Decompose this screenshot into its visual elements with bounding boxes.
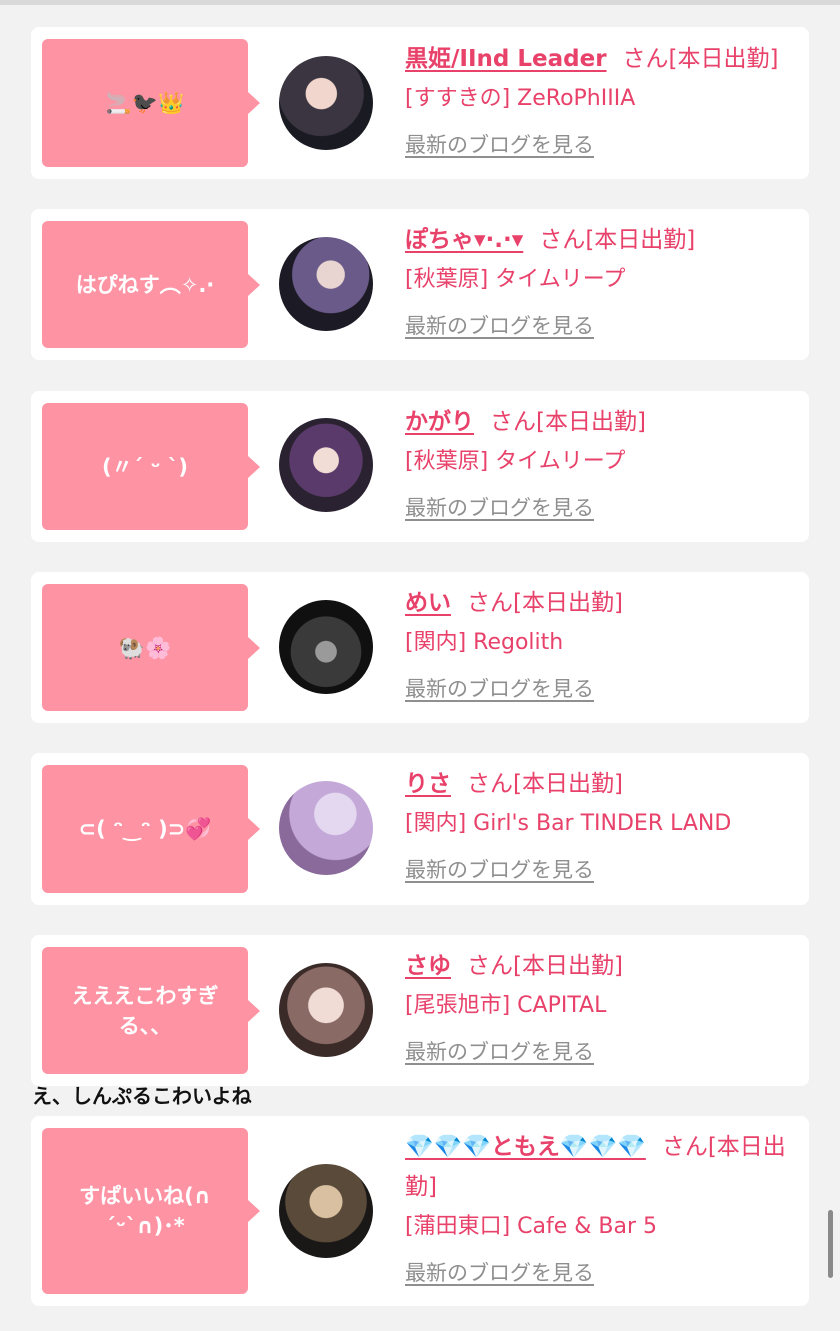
store-label: [尾張旭市] CAPITAL	[405, 993, 607, 1018]
latest-blog-link[interactable]: 最新のブログを見る	[405, 310, 594, 340]
cast-avatar[interactable]	[279, 963, 373, 1057]
cast-name-link[interactable]: かがり	[405, 409, 474, 435]
message-bubble: はぴねす︵✧.·	[42, 221, 260, 348]
cast-card: ⊂( ᵔ‿ᵔ )⊃💞 りさ さん[本日出勤] [関内] Girl's Bar TI…	[31, 753, 809, 905]
cast-card: はぴねす︵✧.· ぽちゃ▾·.·▾ さん[本日出勤] [秋葉原] タイムリープ 最…	[31, 209, 809, 360]
cast-name-line: めい さん[本日出勤]	[405, 583, 795, 623]
cast-name-link[interactable]: さゆ	[405, 953, 451, 979]
message-bubble: (〃ˊ ᵕ ˋ)	[42, 403, 260, 530]
cast-avatar[interactable]	[279, 1164, 373, 1258]
message-bubble: 🐏🌸	[42, 584, 260, 711]
cast-name-line: かがり さん[本日出勤]	[405, 402, 795, 442]
status-text: さん[本日出勤]	[490, 409, 646, 435]
message-bubble: ⊂( ᵔ‿ᵔ )⊃💞	[42, 765, 260, 893]
cast-card: 🐏🌸 めい さん[本日出勤] [関内] Regolith 最新のブログを見る	[31, 572, 809, 723]
cast-avatar[interactable]	[279, 781, 373, 875]
cast-card: すぱいいね(∩´ᵕ`∩)･* 💎💎💎ともえ💎💎💎 さん[本日出勤] [蒲田東口] …	[31, 1116, 809, 1306]
latest-blog-link[interactable]: 最新のブログを見る	[405, 1257, 594, 1287]
comment-text: え、しんぷるこわいよね	[32, 1084, 252, 1108]
cast-name-line: ぽちゃ▾·.·▾ さん[本日出勤]	[405, 220, 795, 260]
message-bubble: えええこわすぎる、、	[42, 947, 260, 1074]
cast-name-line: さゆ さん[本日出勤]	[405, 946, 795, 986]
cast-name-line: 黒姫/IInd Leader さん[本日出勤]	[405, 39, 795, 79]
cast-card: えええこわすぎる、、 さゆ さん[本日出勤] [尾張旭市] CAPITAL 最新の…	[31, 935, 809, 1086]
store-label: [蒲田東口] Cafe & Bar 5	[405, 1214, 658, 1239]
cast-name-link[interactable]: 💎💎💎ともえ💎💎💎	[405, 1134, 646, 1160]
cast-name-link[interactable]: 黒姫/IInd Leader	[405, 46, 607, 72]
cast-avatar[interactable]	[279, 600, 373, 694]
latest-blog-link[interactable]: 最新のブログを見る	[405, 1036, 594, 1066]
cast-card: 🚬🐦‍⬛👑 黒姫/IInd Leader さん[本日出勤] [すすきの] ZeRo…	[31, 27, 809, 179]
cast-card: (〃ˊ ᵕ ˋ) かがり さん[本日出勤] [秋葉原] タイムリープ 最新のブログ…	[31, 391, 809, 542]
status-text: さん[本日出勤]	[622, 46, 779, 72]
cast-avatar[interactable]	[279, 418, 373, 512]
latest-blog-link[interactable]: 最新のブログを見る	[405, 673, 594, 703]
cast-avatar[interactable]	[279, 237, 373, 331]
cast-name-link[interactable]: ぽちゃ▾·.·▾	[405, 227, 523, 253]
status-text: さん[本日出勤]	[467, 953, 623, 979]
cast-name-link[interactable]: めい	[405, 590, 451, 616]
latest-blog-link[interactable]: 最新のブログを見る	[405, 854, 594, 884]
latest-blog-link[interactable]: 最新のブログを見る	[405, 129, 594, 159]
top-divider	[0, 0, 840, 5]
cast-name-line: りさ さん[本日出勤]	[405, 764, 795, 804]
message-bubble: 🚬🐦‍⬛👑	[42, 39, 260, 167]
store-label: [秋葉原] タイムリープ	[405, 449, 626, 474]
cast-avatar[interactable]	[279, 56, 373, 150]
store-label: [秋葉原] タイムリープ	[405, 267, 626, 292]
status-text: さん[本日出勤]	[467, 771, 623, 797]
status-text: さん[本日出勤]	[539, 227, 696, 253]
cast-name-line: 💎💎💎ともえ💎💎💎 さん[本日出勤]	[405, 1127, 795, 1207]
store-label: [関内] Girl's Bar TINDER LAND	[405, 811, 732, 836]
store-label: [関内] Regolith	[405, 630, 564, 655]
scrollbar-thumb[interactable]	[828, 1210, 833, 1278]
latest-blog-link[interactable]: 最新のブログを見る	[405, 492, 594, 522]
store-label: [すすきの] ZeRoPhIIIA	[405, 86, 636, 111]
message-bubble: すぱいいね(∩´ᵕ`∩)･*	[42, 1128, 260, 1294]
status-text: さん[本日出勤]	[467, 590, 623, 616]
cast-name-link[interactable]: りさ	[405, 771, 451, 797]
